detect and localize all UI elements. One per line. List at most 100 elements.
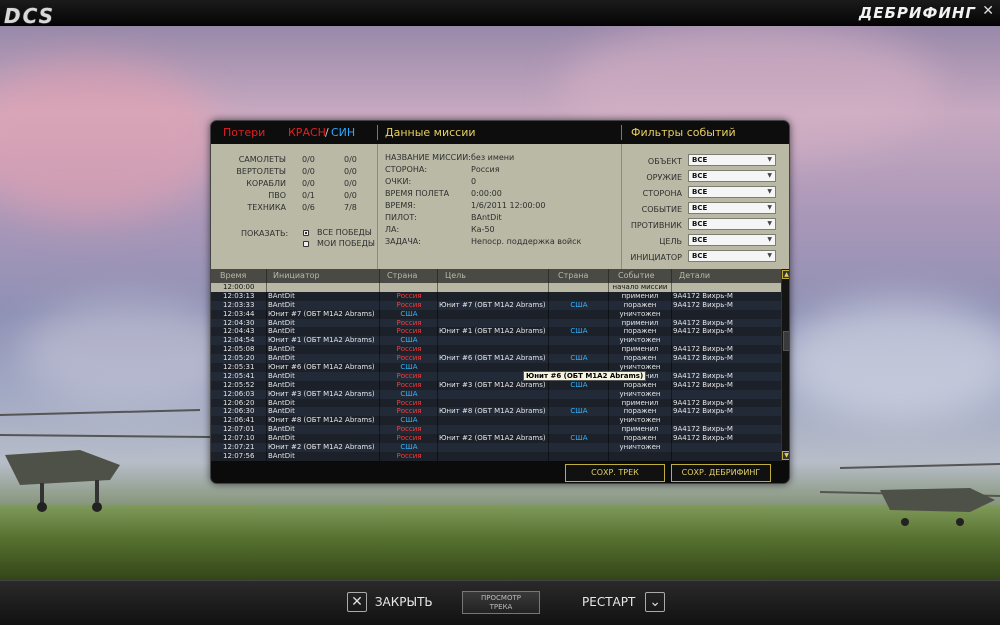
select-value: ВСЕ: [692, 204, 708, 212]
table-cell: Россия: [396, 318, 422, 327]
filter-side-select[interactable]: ВСЕ ▼: [688, 186, 776, 198]
table-cell: Россия: [396, 291, 422, 300]
mission-field-label: ОЧКИ:: [385, 177, 412, 186]
mission-field-label: ЗАДАЧА:: [385, 237, 421, 246]
mission-field-label: ПИЛОТ:: [385, 213, 417, 222]
table-row[interactable]: 12:07:21 Юнит #2 (ОБТ M1A2 Abrams) США унич…: [211, 443, 781, 452]
scroll-up-icon[interactable]: ▲: [782, 270, 789, 279]
dropdown-arrow-icon: ▼: [767, 220, 772, 227]
table-cell: Юнит #6 (ОБТ M1A2 Abrams): [268, 363, 375, 372]
table-cell: 12:06:30: [223, 407, 255, 416]
mission-field-value: 1/6/2011 12:00:00: [471, 201, 546, 210]
table-cell: BAntDit: [268, 425, 295, 434]
table-row[interactable]: 12:04:54 Юнит #1 (ОБТ M1A2 Abrams) США унич…: [211, 336, 781, 346]
table-row[interactable]: 12:05:08 BAntDit Россия применил 9А4172 Вихр…: [211, 345, 781, 355]
filter-label: ОРУЖИЕ: [646, 173, 682, 182]
save-track-button[interactable]: СОХР. ТРЕК: [565, 464, 665, 482]
select-value: ВСЕ: [692, 172, 708, 180]
blue-side-toggle[interactable]: СИН: [331, 126, 355, 139]
event-filters-title: Фильтры событий: [631, 126, 736, 139]
table-row[interactable]: 12:04:30 BAntDit Россия применил 9А4172 Вихр…: [211, 318, 781, 328]
scrollbar-thumb[interactable]: [783, 331, 789, 351]
table-row[interactable]: 12:06:03 Юнит #3 (ОБТ M1A2 Abrams) США унич…: [211, 389, 781, 399]
all-victories-label[interactable]: ВСЕ ПОБЕДЫ: [317, 228, 372, 237]
table-cell: США: [400, 363, 418, 372]
save-debrief-button[interactable]: СОХР. ДЕБРИФИНГ: [671, 464, 771, 482]
table-cell: 9А4172 Вихрь-М: [673, 300, 733, 309]
column-header[interactable]: Цель: [445, 271, 466, 280]
panel-footer: СОХР. ТРЕК СОХР. ДЕБРИФИНГ: [211, 461, 789, 483]
helicopter-left-image: [0, 409, 211, 512]
table-row[interactable]: 12:04:43 BAntDit Россия Юнит #1 (ОБТ M1A2 A…: [211, 327, 781, 337]
table-cell: 9А4172 Вихрь-М: [673, 398, 733, 407]
header-divider: [621, 125, 622, 140]
column-header[interactable]: Детали: [679, 271, 710, 280]
loss-blue: 0/0: [344, 179, 357, 188]
table-cell: 9А4172 Вихрь-М: [673, 327, 733, 336]
table-row[interactable]: 12:03:44 Юнит #7 (ОБТ M1A2 Abrams) США унич…: [211, 309, 781, 319]
filter-weapon-select[interactable]: ВСЕ ▼: [688, 170, 776, 182]
table-row[interactable]: 12:06:30 BAntDit Россия Юнит #8 (ОБТ M1A2 A…: [211, 407, 781, 417]
table-row[interactable]: 12:06:20 BAntDit Россия применил 9А4172 Вихр…: [211, 398, 781, 408]
table-row[interactable]: 12:07:56 BAntDit Россия: [211, 451, 781, 461]
table-scrollbar[interactable]: ▲ ▼: [781, 269, 789, 461]
restart-label: РЕСТАРТ: [582, 595, 636, 609]
close-icon[interactable]: ✕: [982, 3, 994, 19]
table-cell: Юнит #8 (ОБТ M1A2 Abrams): [439, 407, 546, 416]
table-cell: 12:05:20: [223, 354, 255, 363]
tooltip: Юнит #6 (ОБТ M1A2 Abrams): [523, 371, 647, 381]
all-victories-radio[interactable]: [303, 230, 309, 236]
filter-event-select[interactable]: ВСЕ ▼: [688, 202, 776, 214]
table-row[interactable]: 12:05:41BAntDitРоссияприменил9А4172 Вихр…: [211, 371, 781, 381]
table-cell: Россия: [396, 327, 422, 336]
mission-field-value: BAntDit: [471, 213, 502, 222]
my-victories-radio[interactable]: [303, 241, 309, 247]
filter-enemy-select[interactable]: ВСЕ ▼: [688, 218, 776, 230]
select-value: ВСЕ: [692, 188, 708, 196]
table-cell: Юнит #1 (ОБТ M1A2 Abrams): [268, 336, 375, 345]
column-header[interactable]: Время: [220, 271, 246, 280]
filter-object-select[interactable]: ВСЕ ▼: [688, 154, 776, 166]
table-cell: Россия: [396, 434, 422, 443]
header-divider: [377, 125, 378, 140]
table-cell: уничтожен: [619, 336, 661, 345]
column-header[interactable]: Инициатор: [273, 271, 320, 280]
table-row[interactable]: 12:03:13 BAntDit Россия применил 9А4172 Вихр…: [211, 291, 781, 301]
my-victories-label[interactable]: МОИ ПОБЕДЫ: [317, 239, 375, 248]
section-divider: [377, 144, 378, 269]
filter-label: ЦЕЛЬ: [659, 237, 682, 246]
column-header[interactable]: Событие: [618, 271, 655, 280]
close-button[interactable]: ✕ ЗАКРЫТЬ: [347, 592, 433, 612]
table-cell: 12:04:43: [223, 327, 255, 336]
table-row[interactable]: 12:05:31 Юнит #6 (ОБТ M1A2 Abrams) США унич…: [211, 363, 781, 372]
table-row[interactable]: 12:03:33 BAntDit Россия Юнит #7 (ОБТ M1A2 A…: [211, 300, 781, 310]
table-cell: Россия: [396, 425, 422, 434]
table-cell: Юнит #7 (ОБТ M1A2 Abrams): [439, 300, 546, 309]
table-row[interactable]: 12:06:41 Юнит #8 (ОБТ M1A2 Abrams) США унич…: [211, 416, 781, 426]
table-cell: начало миссии: [612, 283, 668, 291]
restart-button[interactable]: РЕСТАРТ ⌄: [582, 592, 666, 612]
table-cell: США: [570, 407, 588, 416]
table-row[interactable]: 12:07:10 BAntDit Россия Юнит #2 (ОБТ M1A2 A…: [211, 434, 781, 444]
column-header[interactable]: Страна: [558, 271, 588, 280]
table-row[interactable]: 12:00:00 начало миссии: [211, 283, 781, 292]
table-cell: 12:06:41: [223, 416, 255, 425]
table-cell: поражен: [623, 300, 657, 309]
table-cell: BAntDit: [268, 354, 295, 363]
red-side-toggle[interactable]: КРАСН: [288, 126, 326, 139]
table-cell: 12:05:31: [223, 363, 255, 372]
table-row[interactable]: 12:05:20 BAntDit Россия Юнит #6 (ОБТ M1A2 A…: [211, 354, 781, 364]
view-track-label: ТРЕКА: [489, 603, 513, 611]
table-cell: 12:03:33: [223, 300, 255, 309]
column-header[interactable]: Страна: [387, 271, 417, 280]
table-cell: 9А4172 Вихрь-М: [673, 291, 733, 300]
scroll-down-icon[interactable]: ▼: [782, 451, 789, 460]
filter-target-select[interactable]: ВСЕ ▼: [688, 234, 776, 246]
table-row[interactable]: 12:05:52 BAntDit Россия Юнит #3 (ОБТ M1A2 A…: [211, 380, 781, 390]
view-track-button[interactable]: ПРОСМОТР ТРЕКА: [462, 591, 540, 614]
mission-field-label: ВРЕМЯ:: [385, 201, 416, 210]
table-cell: уничтожен: [619, 309, 661, 318]
table-row[interactable]: 12:07:01 BAntDit Россия применил 9А4172 Вихр…: [211, 425, 781, 435]
table-cell: 12:06:03: [223, 389, 255, 398]
filter-initiator-select[interactable]: ВСЕ ▼: [688, 250, 776, 262]
